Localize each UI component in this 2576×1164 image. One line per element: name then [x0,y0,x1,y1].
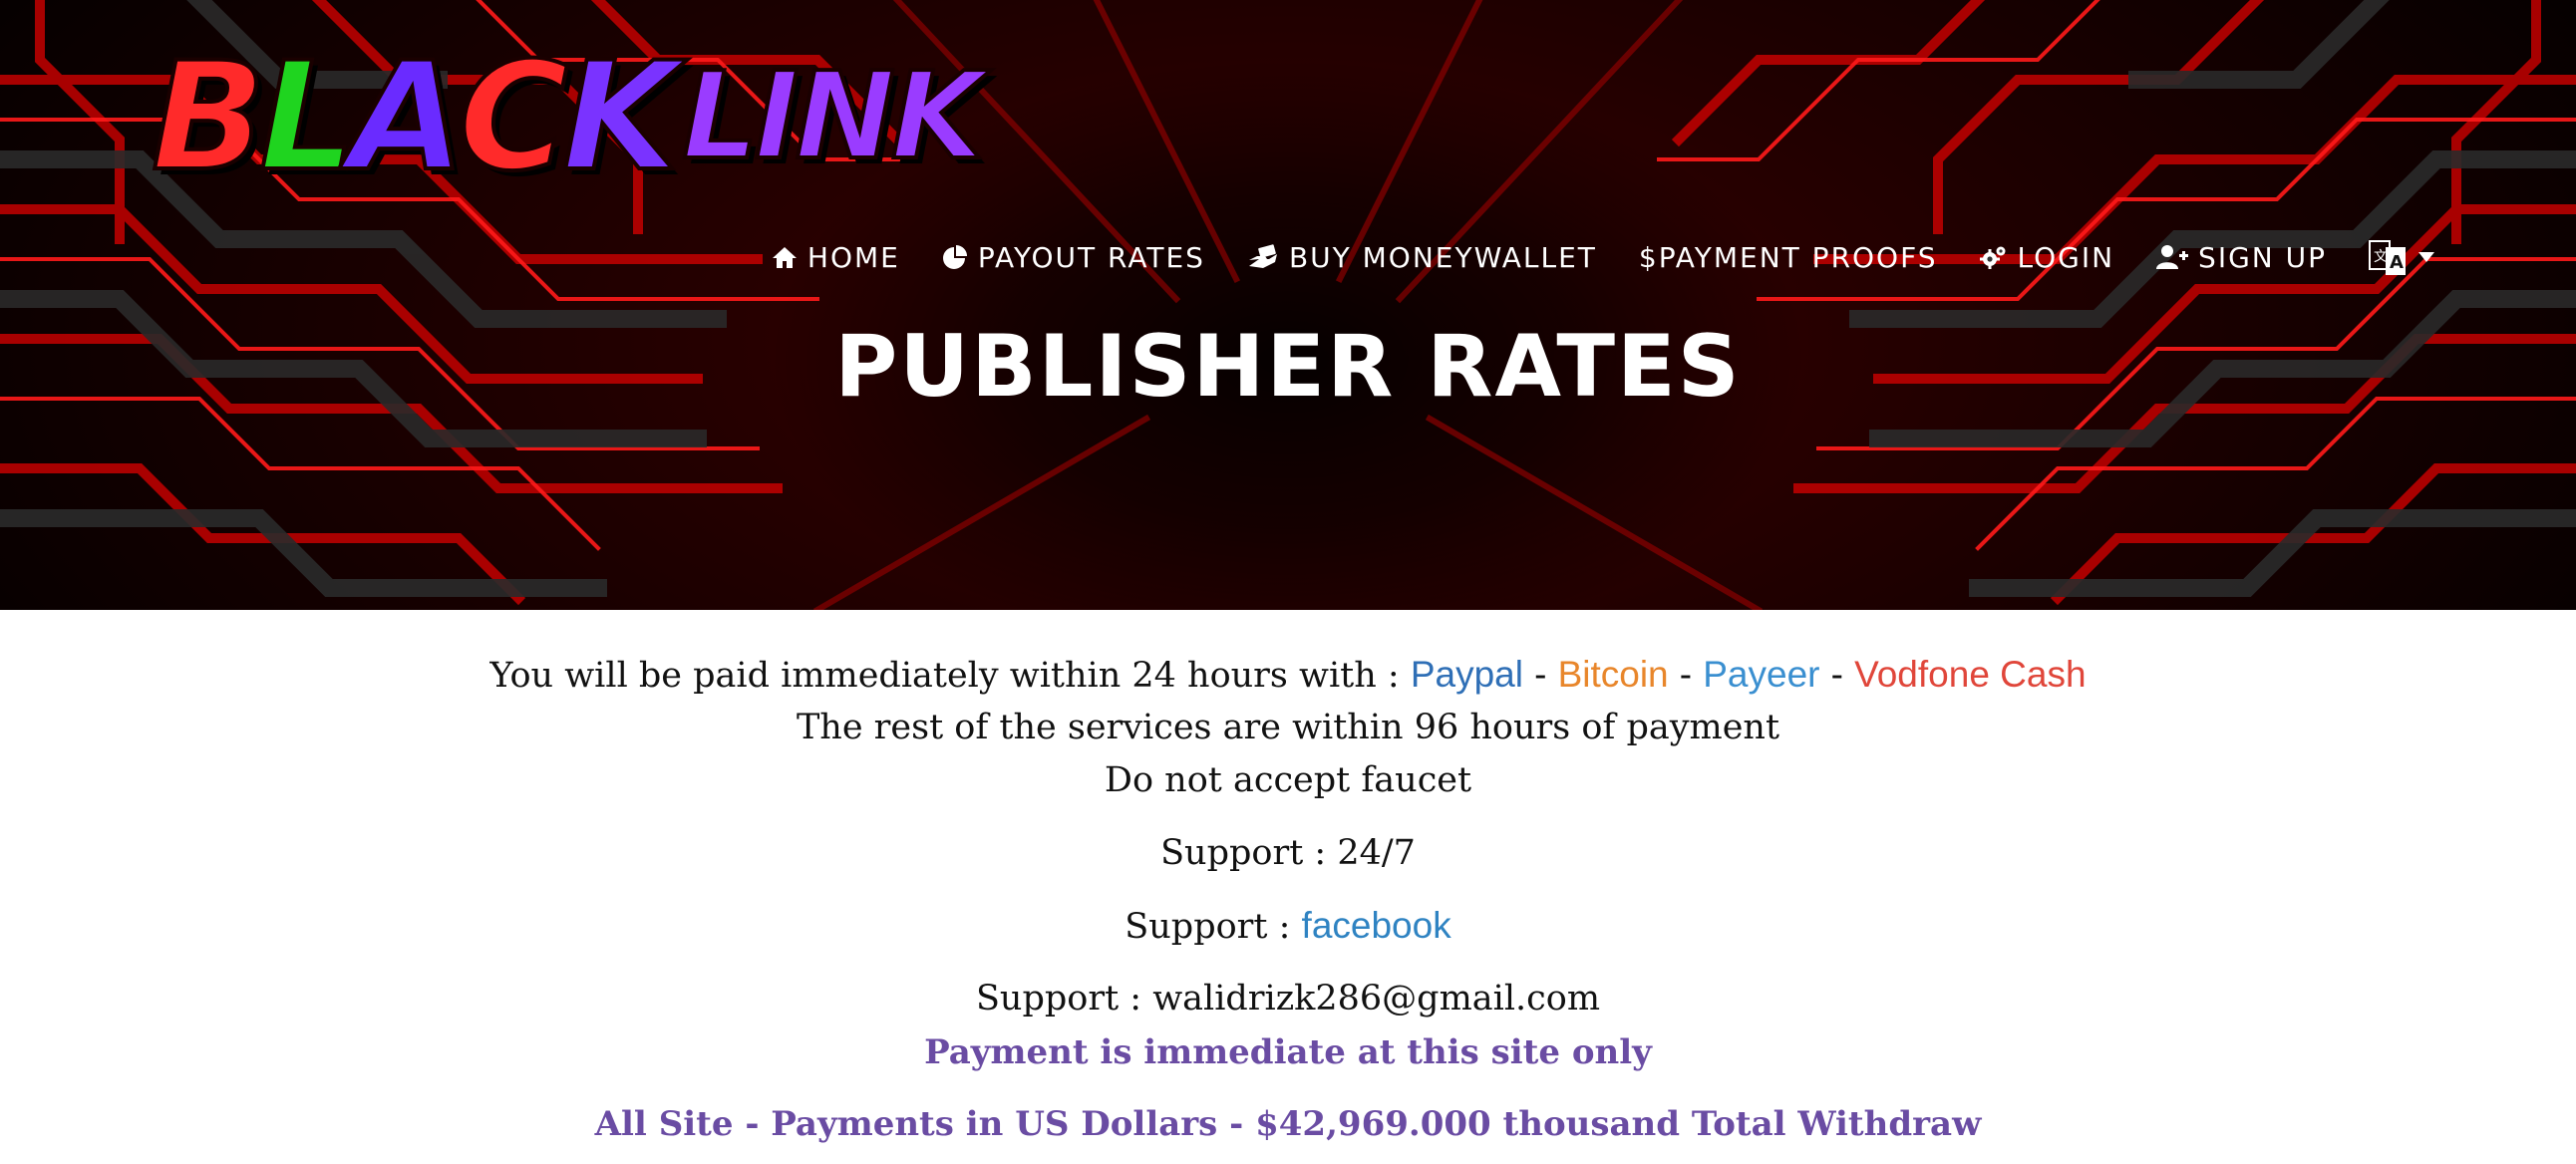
vodafone-cash-link[interactable]: Vodfone Cash [1854,654,2086,695]
support-email-text: Support : walidrizk286@gmail.com [975,979,1601,1018]
nav-buy-moneywallet[interactable]: BUY MONEYWALLET [1247,241,1597,274]
gears-icon [1979,246,2005,269]
svg-text:A: A [2390,252,2406,273]
payeer-link[interactable]: Payeer [1703,654,1819,695]
main-nav: HOME PAYOUT RATES BUY MONEYWALLET $PAYME… [772,235,2434,279]
hero-banner: B L A C K LINK HOME PAYOUT RATES BUY MON… [0,0,2576,610]
caret-down-icon [2418,252,2434,262]
logo-letter: K [560,31,680,204]
facebook-link[interactable]: facebook [1302,905,1451,946]
paid-prefix: You will be paid immediately within 24 h… [489,656,1400,696]
separator: - [1830,654,1843,695]
language-icon: 文 A [2369,240,2406,275]
support-facebook-line: Support : facebook [0,905,2576,947]
money-hand-icon [1248,244,1277,268]
nav-payment-proofs[interactable]: $PAYMENT PROOFS [1639,241,1938,274]
nav-login[interactable]: LOGIN [1979,240,2115,274]
nav-login-label: LOGIN [2017,240,2115,274]
nav-buy-moneywallet-label: BUY MONEYWALLET [1288,240,1597,274]
nav-payout-rates[interactable]: PAYOUT RATES [942,241,1205,274]
separator: - [1534,654,1547,695]
total-withdraw-text: All Site - Payments in US Dollars - $42,… [594,1104,1982,1144]
nav-sign-up[interactable]: SIGN UP [2156,241,2327,274]
nav-sign-up-label: SIGN UP [2198,240,2327,274]
logo-letter: A [347,31,467,204]
logo-letter: B [150,31,267,204]
nav-home-label: HOME [806,240,900,274]
separator: - [1679,654,1693,695]
site-logo[interactable]: B L A C K LINK [150,31,986,204]
paypal-link[interactable]: Paypal [1411,654,1523,695]
user-plus-icon [2156,245,2189,269]
page-title: PUBLISHER RATES [834,317,1742,417]
logo-letter: L [257,31,357,204]
nav-payment-proofs-label: $PAYMENT PROOFS [1638,240,1938,274]
language-selector[interactable]: 文 A [2369,237,2434,277]
no-faucet-text: Do not accept faucet [1104,760,1472,800]
support-label: Support : [1125,907,1291,947]
logo-letter: C [457,31,570,204]
nav-home[interactable]: HOME [772,241,900,274]
support-hours-text: Support : 24/7 [1160,833,1416,873]
home-icon [772,247,797,268]
bitcoin-link[interactable]: Bitcoin [1558,654,1669,695]
payment-methods-line: You will be paid immediately within 24 h… [0,654,2576,696]
payment-immediate-text: Payment is immediate at this site only [924,1032,1652,1072]
rest-services-text: The rest of the services are within 96 h… [796,708,1780,747]
pie-chart-icon [942,245,967,269]
nav-payout-rates-label: PAYOUT RATES [977,240,1205,274]
logo-link-word: LINK [680,46,986,188]
